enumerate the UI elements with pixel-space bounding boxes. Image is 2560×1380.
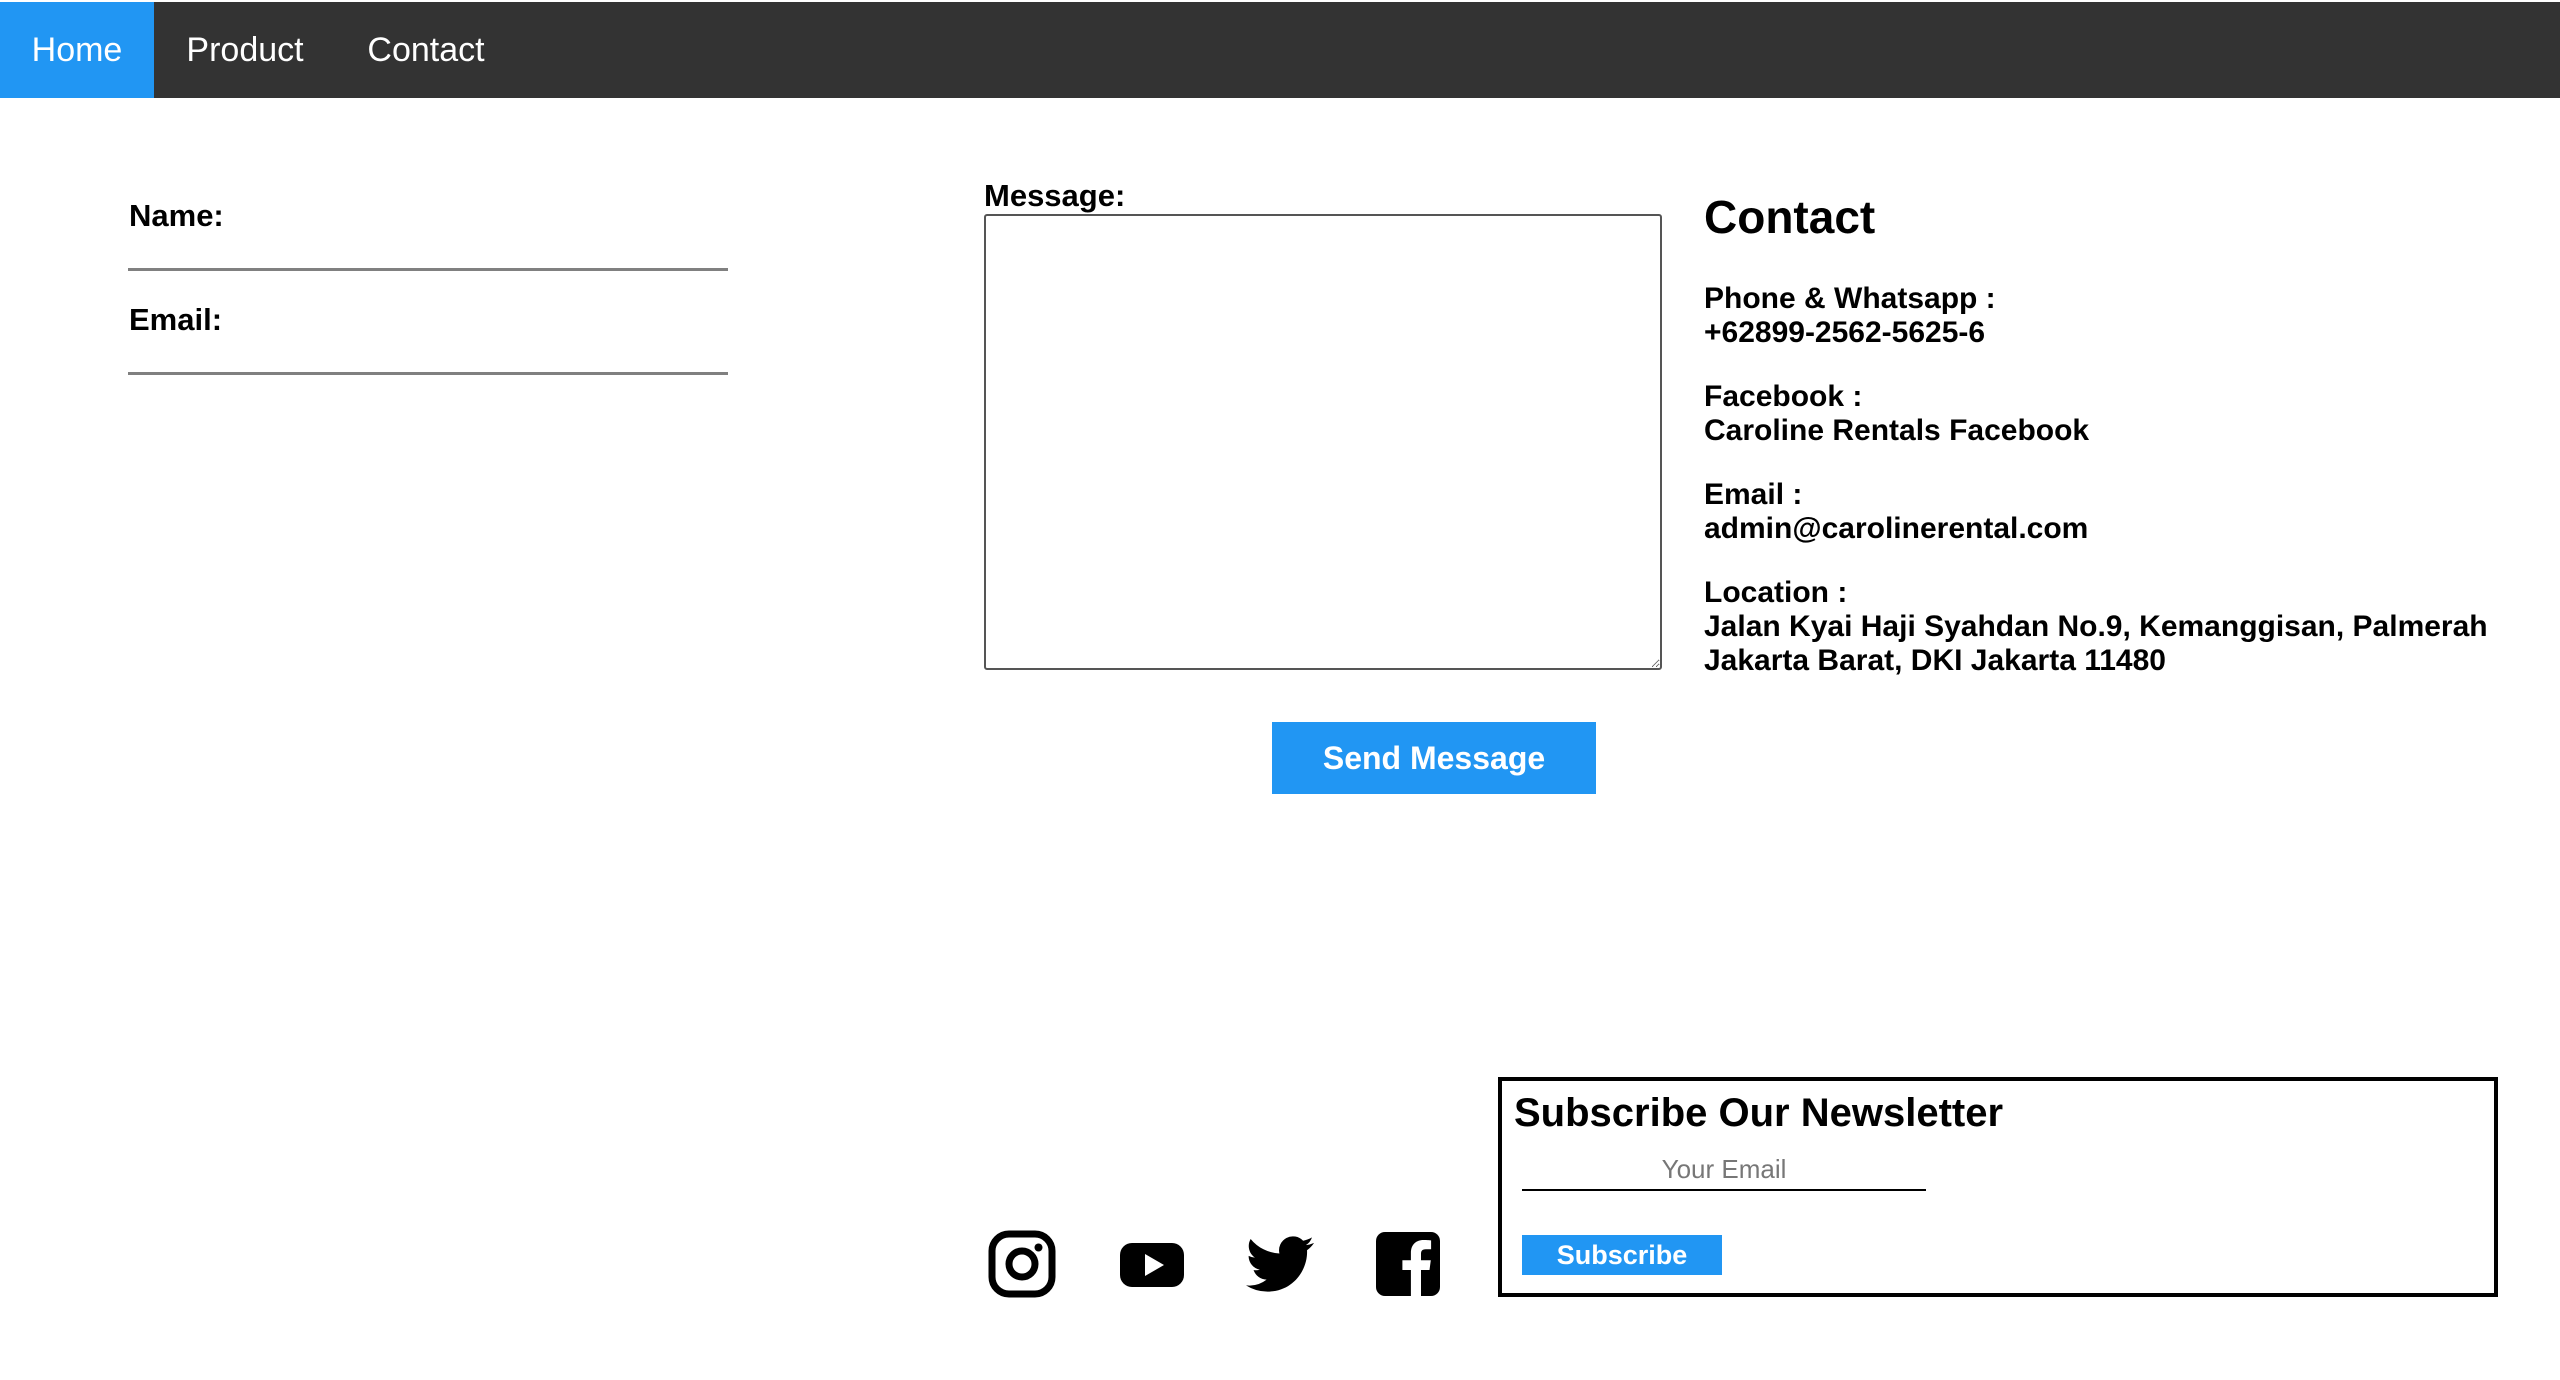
contact-facebook: Facebook : Caroline Rentals Facebook	[1704, 380, 2089, 448]
facebook-value: Caroline Rentals Facebook	[1704, 414, 2090, 447]
contact-title: Contact	[1704, 191, 1876, 243]
location-line1: Jalan Kyai Haji Syahdan No.9, Kemanggisa…	[1704, 610, 2488, 643]
newsletter-email-input[interactable]	[1522, 1149, 1926, 1191]
contact-email: Email : admin@carolinerental.com	[1704, 478, 2088, 546]
nav-contact[interactable]: Contact	[336, 2, 516, 98]
contact-email-value: admin@carolinerental.com	[1704, 512, 2089, 545]
message-textarea[interactable]	[984, 214, 1662, 670]
youtube-icon[interactable]	[1118, 1230, 1186, 1298]
send-message-button[interactable]: Send Message	[1272, 722, 1596, 794]
phone-label: Phone & Whatsapp :	[1704, 282, 1996, 315]
contact-phone: Phone & Whatsapp : +62899-2562-5625-6	[1704, 282, 1996, 350]
message-label: Message:	[984, 178, 1126, 213]
facebook-icon[interactable]	[1374, 1230, 1442, 1298]
contact-location: Location : Jalan Kyai Haji Syahdan No.9,…	[1704, 576, 2488, 678]
subscribe-button[interactable]: Subscribe	[1522, 1235, 1722, 1275]
phone-value: +62899-2562-5625-6	[1704, 316, 1986, 349]
facebook-label: Facebook :	[1704, 380, 1863, 413]
nav-home[interactable]: Home	[0, 2, 154, 98]
newsletter-title: Subscribe Our Newsletter	[1514, 1091, 2004, 1135]
navbar: Home Product Contact	[0, 2, 2560, 98]
nav-product[interactable]: Product	[154, 2, 336, 98]
location-label: Location :	[1704, 576, 1848, 609]
newsletter-box: Subscribe Our Newsletter Subscribe	[1498, 1077, 2498, 1297]
email-input[interactable]	[128, 324, 728, 375]
name-input[interactable]	[128, 220, 728, 271]
location-line2: Jakarta Barat, DKI Jakarta 11480	[1704, 644, 2166, 677]
twitter-icon[interactable]	[1246, 1230, 1314, 1298]
contact-email-label: Email :	[1704, 478, 1803, 511]
instagram-icon[interactable]	[988, 1230, 1056, 1298]
